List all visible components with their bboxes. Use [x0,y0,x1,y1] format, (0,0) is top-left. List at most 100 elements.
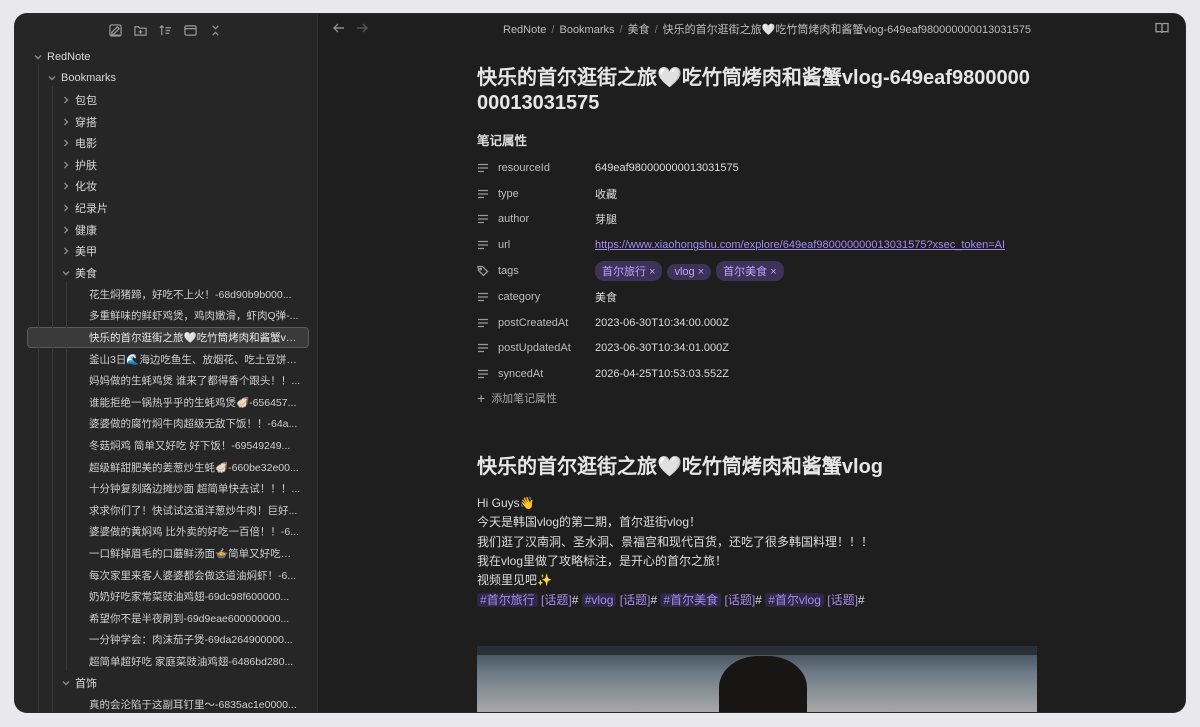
remove-tag-icon[interactable]: × [767,266,776,278]
tree-file[interactable]: 婆婆做的黄焖鸡 比外卖的好吃一百倍！！-6... [15,521,317,543]
chevron-down-icon [47,73,57,83]
hashtag-link[interactable]: #首尔旅行 [477,592,538,607]
tree-file-label: 妈妈做的生蚝鸡煲 谁来了都得香个跟头！！... [89,375,301,388]
property-value[interactable]: 美食 [595,289,617,305]
tree-file[interactable]: 一口鲜掉眉毛的口蘑鲜汤面🍲简单又好吃❗-... [15,543,317,565]
tree-file[interactable]: 一分钟学会：肉沫茄子煲-69da264900000... [15,629,317,651]
note-body[interactable]: Hi Guys👋 今天是韩国vlog的第二期，首尔逛街vlog！ 我们逛了汉南洞、圣… [477,494,1037,610]
url-link[interactable]: https://www.xiaohongshu.com/explore/649e… [595,239,1005,251]
property-row-postupdatedat: postUpdatedAt 2023-06-30T10:34:01.000Z [477,336,1037,362]
property-value[interactable]: 2023-06-30T10:34:01.000Z [595,342,729,354]
property-row-tags: tags 首尔旅行 × vlog × 首尔美食 × [477,258,1037,284]
new-folder-icon[interactable] [134,24,147,37]
property-key[interactable]: type [498,188,595,200]
tree-file[interactable]: 妈妈做的生蚝鸡煲 谁来了都得香个跟头！！... [15,370,317,392]
tree-file[interactable]: 多重鲜味的鲜虾鸡煲，鸡肉嫩滑，虾肉Q弹-... [15,305,317,327]
text-lines-icon [477,238,491,252]
remove-tag-icon[interactable]: × [646,266,655,278]
tree-vault-rednote[interactable]: RedNote [15,46,317,68]
tree-file[interactable]: 超级鲜甜肥美的姜葱炒生蚝🦪-660be32e00... [15,456,317,478]
tree-folder[interactable]: 美甲 [15,240,317,262]
breadcrumb-item[interactable]: Bookmarks [559,24,614,36]
tree-file-label: 婆婆做的黄焖鸡 比外卖的好吃一百倍！！-6... [89,526,300,539]
property-value[interactable]: 2023-06-30T10:34:00.000Z [595,317,729,329]
property-key[interactable]: url [498,239,595,251]
tree-folder[interactable]: 护肤 [15,154,317,176]
property-key[interactable]: tags [498,265,595,277]
tree-folder[interactable]: 化妆 [15,176,317,198]
tag-pill[interactable]: 首尔旅行 × [595,261,663,282]
tree-folder-bookmarks[interactable]: Bookmarks [15,68,317,90]
body-line: 我们逛了汉南洞、圣水洞、景福宫和现代百货，还吃了很多韩国料理！！！ [477,534,874,549]
tree-folder[interactable]: 电影 [15,132,317,154]
tab-header: RedNote / Bookmarks / 美食 / 快乐的首尔逛街之旅🤍吃竹筒烤肉和酱蟹v… [318,14,1185,42]
hashtag-link[interactable]: #首尔vlog [765,592,824,607]
breadcrumb-current[interactable]: 快乐的首尔逛街之旅🤍吃竹筒烤肉和酱蟹vlog-649eaf98000000001… [663,24,1031,36]
text-lines-icon [477,212,491,226]
hashtag-link[interactable]: #首尔美食 [660,592,722,607]
property-key[interactable]: syncedAt [498,368,595,380]
collapse-all-icon[interactable] [209,24,222,37]
tree-file[interactable]: 求求你们了！快试试这道洋葱炒牛肉！巨好... [15,499,317,521]
tree-label: 美食 [75,267,97,280]
property-value[interactable]: 649eaf980000000013031575 [595,162,739,174]
tree-folder[interactable]: 包包 [15,89,317,111]
tree-file[interactable]: 真的会沦陷于这副耳钉里～-6835ac1e0000... [15,694,317,712]
note-title[interactable]: 快乐的首尔逛街之旅🤍吃竹筒烤肉和酱蟹vlog-649eaf98000000001… [477,66,1037,116]
body-lines: Hi Guys👋 今天是韩国vlog的第二期，首尔逛街vlog！ 我们逛了汉南洞、圣… [477,494,1037,590]
properties-heading[interactable]: 笔记属性 [477,130,1037,149]
tree-file-active[interactable]: 快乐的首尔逛街之旅🤍吃竹筒烤肉和酱蟹vlo... [27,326,309,349]
tag-label: vlog [674,266,695,279]
property-row-type: type 收藏 [477,181,1037,207]
breadcrumb-item[interactable]: RedNote [503,24,546,36]
remove-tag-icon[interactable]: × [695,266,704,278]
property-key[interactable]: postCreatedAt [498,317,595,329]
sort-icon[interactable] [159,24,172,37]
tree-file[interactable]: 谁能拒绝一锅热乎乎的生蚝鸡煲🦪-656457... [15,392,317,414]
forward-arrow-icon[interactable] [355,21,369,35]
add-property-button[interactable]: + 添加笔记属性 [477,390,1037,406]
tree-file[interactable]: 奶奶好吃家常菜豉油鸡翅-69dc98f600000... [15,586,317,608]
tree-file[interactable]: 十分钟复刻路边摊炒面 超简单快去试！！！... [15,478,317,500]
tree-label: 首饰 [75,678,97,691]
text-lines-icon [477,316,491,330]
tag-pill[interactable]: vlog × [667,264,712,281]
property-value[interactable]: 芽腿 [595,211,617,227]
breadcrumb-item[interactable]: 美食 [628,24,650,36]
tree-file[interactable]: 希望你不是半夜刷到-69d9eae600000000... [15,607,317,629]
tree-folder[interactable]: 纪录片 [15,197,317,219]
new-note-icon[interactable] [109,23,122,37]
tree-file[interactable]: 釜山3日🌊海边吃鱼生、放烟花、吃土豆饼vl... [15,348,317,370]
tree-file[interactable]: 婆婆做的腐竹焖牛肉超级无敌下饭！！-64a... [15,413,317,435]
tag-pill[interactable]: 首尔美食 × [716,261,784,282]
tree-file[interactable]: 冬菇焖鸡 简单又好吃 好下饭！-69549249... [15,435,317,457]
plus-icon: + [477,390,486,407]
property-row-postcreatedat: postCreatedAt 2023-06-30T10:34:00.000Z [477,310,1037,336]
hashtag-link[interactable]: #vlog [581,592,617,607]
tree-folder-open[interactable]: 美食 [15,262,317,284]
properties-table: resourceId 649eaf980000000013031575 type 收藏… [477,155,1037,387]
property-key[interactable]: postUpdatedAt [498,342,595,354]
tag-list[interactable]: 首尔旅行 × vlog × 首尔美食 × [595,261,789,282]
note-content: 快乐的首尔逛街之旅🤍吃竹筒烤肉和酱蟹vlog-649eaf98000000001… [477,66,1037,610]
property-key[interactable]: resourceId [498,162,595,174]
collapse-icon[interactable] [184,24,197,37]
reading-mode-icon[interactable] [1155,21,1169,35]
folder-list: 包包 穿搭 电影 护肤 化妆 纪录片 健康 美甲 [15,89,317,262]
property-value[interactable]: 2026-04-25T10:53:03.552Z [595,368,729,380]
property-row-category: category 美食 [477,284,1037,310]
back-arrow-icon[interactable] [332,21,346,35]
photo-frame [477,646,1037,655]
tree-file[interactable]: 超简单超好吃 家庭菜豉油鸡翅-6486bd280... [15,651,317,673]
tree-folder[interactable]: 穿搭 [15,111,317,133]
property-key[interactable]: author [498,213,595,225]
tree-folder[interactable]: 健康 [15,219,317,241]
tree-file-label: 求求你们了！快试试这道洋葱炒牛肉！巨好... [89,504,298,517]
note-heading[interactable]: 快乐的首尔逛街之旅🤍吃竹筒烤肉和酱蟹vlog [477,450,1037,479]
tree-file[interactable]: 每次家里来客人婆婆都会做这道油焖虾！-6... [15,564,317,586]
chevron-right-icon [61,225,71,235]
property-key[interactable]: category [498,291,595,303]
tree-folder-next[interactable]: 首饰 [15,672,317,694]
tree-file[interactable]: 花生焖猪蹄，好吃不上火！-68d90b9b000... [15,284,317,306]
property-value[interactable]: 收藏 [595,186,617,202]
